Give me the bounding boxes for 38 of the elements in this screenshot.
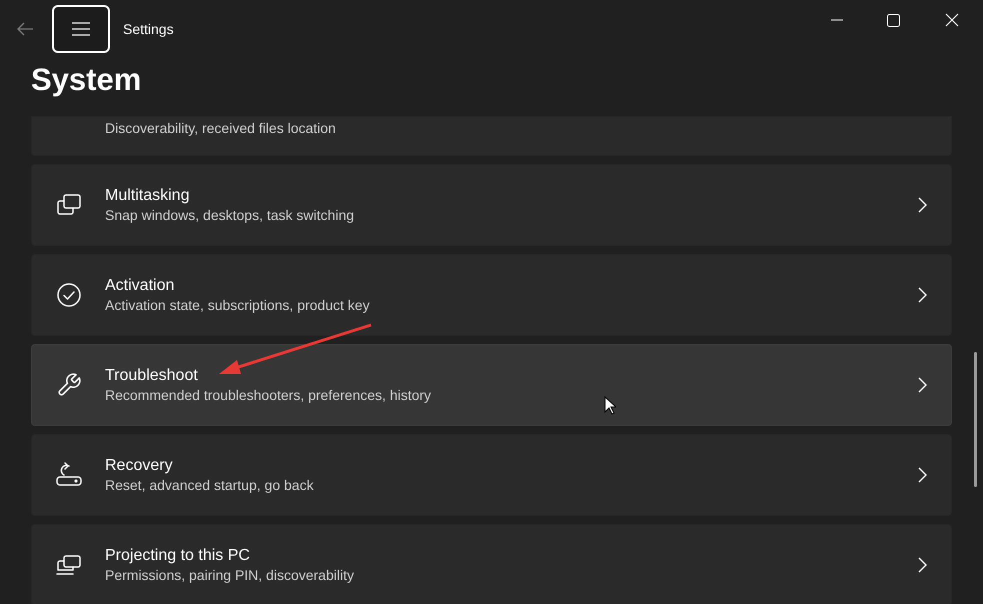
overlapping-windows-icon [56,193,82,217]
minimize-icon [831,19,843,21]
item-description: Discoverability, received files location [105,120,337,136]
settings-item[interactable]: Multitasking Snap windows, desktops, task switching [31,164,952,246]
window-title: Settings [123,21,174,37]
close-icon [945,13,959,27]
item-description: Activation state, subscriptions, product key [105,297,371,313]
wrench-icon [56,372,82,398]
screen-projection-icon [54,553,82,577]
back-button[interactable] [16,22,34,36]
item-title: Projecting to this PC [105,547,251,565]
maximize-icon [886,14,900,26]
item-description: Recommended troubleshooters, preferences, history [105,387,432,403]
scrollbar-thumb[interactable] [974,352,977,487]
mouse-cursor-icon [604,396,616,415]
settings-item[interactable]: Projecting to this PC Permissions, pairing PIN, discoverability [31,524,952,604]
item-title: Multitasking [105,187,190,205]
settings-item[interactable]: Discoverability, received files location [31,116,952,156]
chevron-right-icon [918,377,927,393]
item-title: Recovery [105,457,174,475]
item-description: Snap windows, desktops, task switching [105,207,356,223]
chevron-right-icon [918,557,927,573]
check-circle-icon [56,282,82,308]
menu-icon [71,22,91,36]
menu-button[interactable] [52,5,110,53]
back-arrow-icon [16,22,34,36]
settings-item[interactable]: Activation Activation state, subscriptions, product key [31,254,952,336]
item-description: Reset, advanced startup, go back [105,477,315,493]
restore-drive-icon [54,462,82,488]
chevron-right-icon [918,467,927,483]
chevron-right-icon [918,197,927,213]
settings-item[interactable]: Troubleshoot Recommended troubleshooters, preferences, history [31,344,952,426]
item-description: Permissions, pairing PIN, discoverability [105,567,355,583]
item-title: Troubleshoot [105,367,199,385]
item-title: Activation [105,277,176,295]
page-title: System [30,61,142,99]
chevron-right-icon [918,287,927,303]
settings-item[interactable]: Recovery Reset, advanced startup, go back [31,434,952,516]
